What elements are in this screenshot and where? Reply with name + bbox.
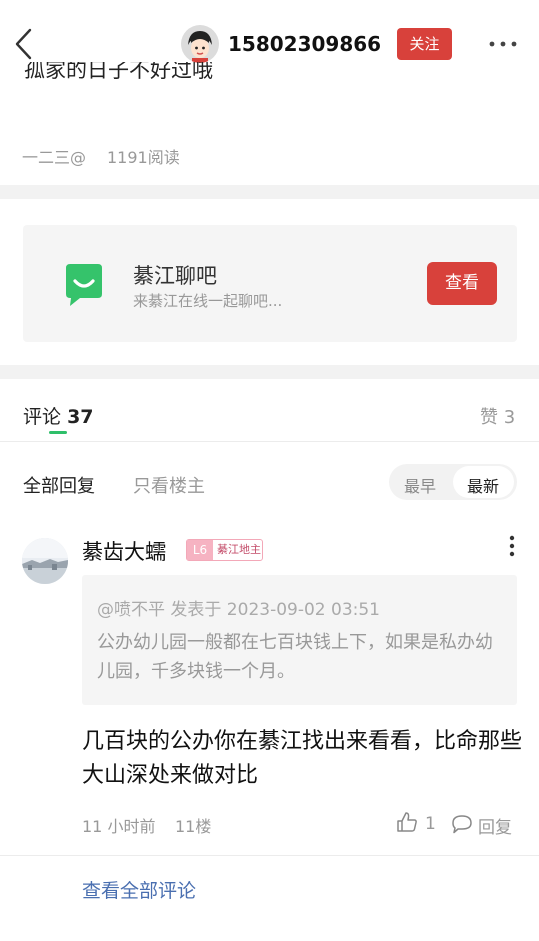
landscape-avatar-icon (22, 538, 68, 584)
section-divider (0, 365, 539, 379)
quote-body: 公办幼儿园一般都在七百块钱上下，如果是私办幼儿园，千多块钱一个月。 (97, 632, 493, 682)
post-author[interactable]: 一二三@ (22, 144, 86, 168)
view-group-button[interactable]: 查看 (427, 262, 497, 305)
tab-divider (0, 441, 539, 442)
group-title: 綦江聊吧 (133, 264, 217, 288)
comment-time: 11 小时前 (82, 817, 156, 836)
cartoon-avatar-icon (181, 25, 219, 63)
tab-comments-label: 评论 (23, 406, 62, 428)
like-icon[interactable] (396, 811, 418, 833)
comment-floor: 11楼 (175, 817, 212, 836)
tab-comments-count: 37 (67, 406, 94, 428)
read-count: 1191阅读 (107, 148, 180, 167)
level-badge: L6 綦江地主 (186, 539, 263, 561)
chat-app-icon (66, 264, 102, 306)
back-icon[interactable] (12, 26, 36, 62)
sort-earliest[interactable]: 最早 (404, 473, 436, 497)
comment-body: 几百块的公办你在綦江找出来看看，比命那些大山深处来做对比 (82, 729, 523, 788)
like-count: 1 (425, 814, 436, 834)
post-text-cutoff: 孤家的日子不好过哦 (0, 62, 539, 88)
commenter-avatar[interactable] (22, 538, 68, 584)
reply-icon[interactable] (451, 814, 473, 834)
user-avatar[interactable] (181, 25, 219, 63)
level-number: L6 (187, 540, 213, 560)
section-divider (0, 185, 539, 199)
post-text: 孤家的日子不好过哦 (24, 62, 213, 82)
reply-button[interactable]: 回复 (478, 813, 512, 838)
follow-button[interactable]: 关注 (397, 28, 452, 60)
username[interactable]: 15802309866 (228, 32, 381, 56)
filter-owner-only[interactable]: 只看楼主 (133, 472, 205, 498)
kebab-menu-icon[interactable] (508, 534, 516, 558)
view-all-comments-link[interactable]: 查看全部评论 (82, 876, 196, 903)
filter-all-replies[interactable]: 全部回复 (23, 472, 95, 498)
level-title: 綦江地主 (217, 543, 261, 556)
tab-likes[interactable]: 赞 3 (480, 403, 515, 429)
sort-newest[interactable]: 最新 (467, 473, 499, 497)
quote-header: @喷不平 发表于 2023-09-02 03:51 (97, 600, 380, 620)
group-subtitle: 来綦江在线一起聊吧... (133, 292, 283, 310)
tab-comments[interactable]: 评论 37 (23, 402, 94, 429)
more-icon[interactable] (488, 36, 518, 52)
active-tab-indicator (49, 431, 67, 434)
footer-divider (0, 855, 539, 856)
commenter-name[interactable]: 綦齿大蠕 (82, 536, 166, 566)
